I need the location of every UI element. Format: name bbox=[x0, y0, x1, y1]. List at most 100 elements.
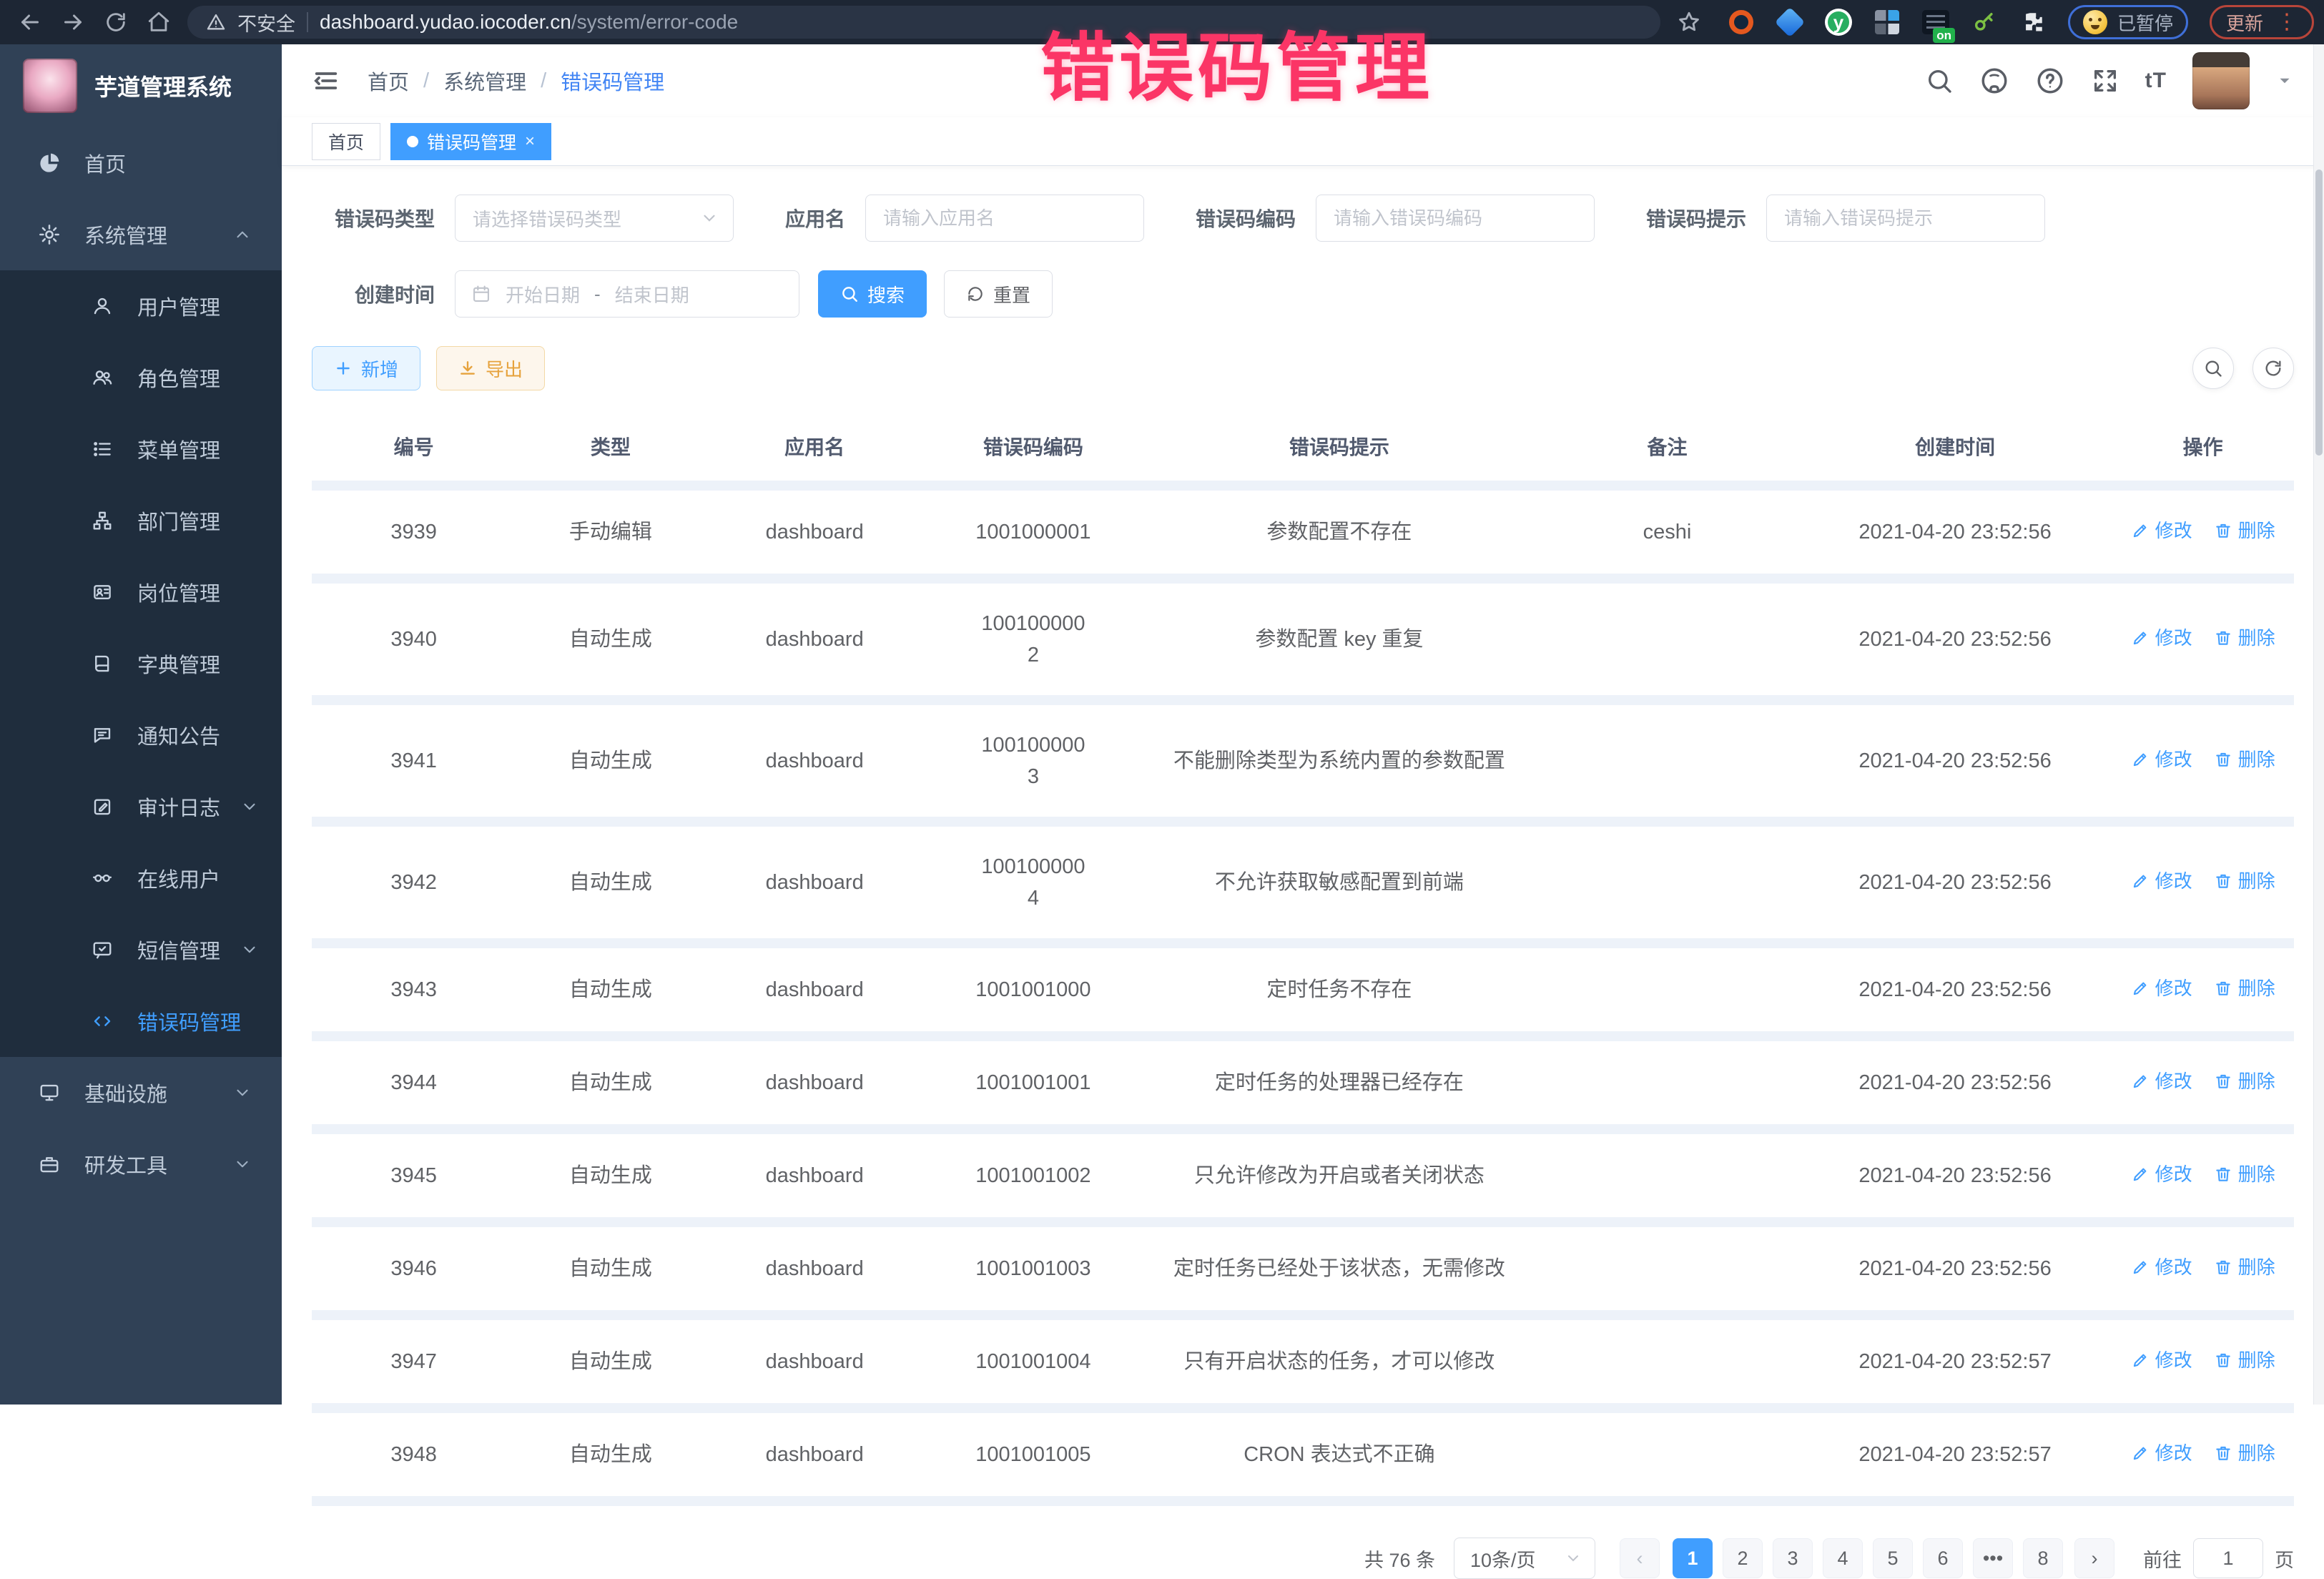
filter-hint-label: 错误码提示 bbox=[1646, 204, 1746, 232]
date-range-picker[interactable]: 开始日期 - 结束日期 bbox=[455, 270, 799, 318]
row-hint: 不能删除类型为系统内置的参数配置 bbox=[1143, 700, 1536, 822]
delete-link[interactable]: 删除 bbox=[2214, 1159, 2275, 1190]
sidebar-item-user[interactable]: 用户管理 bbox=[0, 270, 282, 342]
user-avatar[interactable] bbox=[2192, 52, 2250, 109]
edit-link[interactable]: 修改 bbox=[2131, 1251, 2192, 1283]
browser-forward-button[interactable] bbox=[59, 8, 87, 36]
sidebar-item-id-badge[interactable]: 岗位管理 bbox=[0, 556, 282, 628]
column-header: 创建时间 bbox=[1798, 415, 2112, 486]
edit-link[interactable]: 修改 bbox=[2131, 865, 2192, 897]
error-hint-input[interactable] bbox=[1766, 195, 2045, 242]
extensions-puzzle-icon[interactable] bbox=[2019, 9, 2047, 36]
next-page-button[interactable]: › bbox=[2074, 1538, 2114, 1578]
sidebar-item-gear[interactable]: 系统管理 bbox=[0, 199, 282, 270]
page-button-4[interactable]: 4 bbox=[1823, 1538, 1863, 1578]
font-size-icon[interactable]: tT bbox=[2145, 69, 2167, 93]
scrollbar-thumb[interactable] bbox=[2315, 169, 2323, 456]
delete-link[interactable]: 删除 bbox=[2214, 973, 2275, 1004]
page-size-select[interactable]: 10条/页 bbox=[1454, 1538, 1595, 1579]
security-warning-icon[interactable] bbox=[206, 12, 226, 32]
browser-menu-icon[interactable]: ⋮ bbox=[2276, 11, 2298, 33]
page-button-5[interactable]: 5 bbox=[1873, 1538, 1913, 1578]
export-button[interactable]: 导出 bbox=[436, 346, 545, 390]
page-button-8[interactable]: 8 bbox=[2023, 1538, 2063, 1578]
profile-paused-badge[interactable]: 已暂停 bbox=[2068, 5, 2188, 39]
sidebar-item-megaphone[interactable]: 通知公告 bbox=[0, 699, 282, 771]
breadcrumb-home[interactable]: 首页 bbox=[368, 66, 409, 96]
extension-key-icon[interactable] bbox=[1971, 9, 1998, 36]
delete-link[interactable]: 删除 bbox=[2214, 622, 2275, 654]
delete-link[interactable]: 删除 bbox=[2214, 744, 2275, 775]
breadcrumb-system[interactable]: 系统管理 bbox=[443, 66, 526, 96]
app-name-input[interactable] bbox=[865, 195, 1144, 242]
bookmark-star-icon[interactable] bbox=[1675, 8, 1703, 36]
row-actions: 修改删除 bbox=[2112, 579, 2294, 700]
hamburger-icon[interactable] bbox=[312, 67, 340, 95]
refresh-table-button[interactable] bbox=[2252, 348, 2294, 389]
edit-link[interactable]: 修改 bbox=[2131, 973, 2192, 1004]
edit-link[interactable]: 修改 bbox=[2131, 1159, 2192, 1190]
row-time: 2021-04-20 23:52:56 bbox=[1798, 486, 2112, 579]
browser-update-button[interactable]: 更新 ⋮ bbox=[2210, 5, 2314, 39]
edit-link[interactable]: 修改 bbox=[2131, 1066, 2192, 1097]
error-code-input[interactable] bbox=[1316, 195, 1595, 242]
sidebar-logo[interactable]: 芋道管理系统 bbox=[0, 44, 282, 127]
header-search-icon[interactable] bbox=[1925, 67, 1954, 95]
fullscreen-icon[interactable] bbox=[2091, 67, 2119, 95]
extension-gem-icon[interactable] bbox=[1776, 9, 1803, 36]
jump-page-input[interactable] bbox=[2193, 1538, 2263, 1578]
url-text[interactable]: dashboard.yudao.iocoder.cn/system/error-… bbox=[320, 11, 738, 34]
tag-close-icon[interactable]: × bbox=[525, 133, 535, 150]
browser-back-button[interactable] bbox=[16, 8, 44, 36]
sidebar-item-org-tree[interactable]: 部门管理 bbox=[0, 485, 282, 556]
browser-reload-button[interactable] bbox=[102, 8, 130, 36]
sidebar-item-online[interactable]: 在线用户 bbox=[0, 842, 282, 914]
sidebar-item-users[interactable]: 角色管理 bbox=[0, 342, 282, 413]
extension-grid-icon[interactable] bbox=[1874, 9, 1901, 36]
delete-link[interactable]: 删除 bbox=[2214, 1437, 2275, 1469]
extension-y-icon[interactable]: y bbox=[1825, 9, 1852, 36]
address-bar[interactable]: 不安全 dashboard.yudao.iocoder.cn/system/er… bbox=[187, 6, 1660, 39]
page-button-3[interactable]: 3 bbox=[1773, 1538, 1813, 1578]
search-button[interactable]: 搜索 bbox=[818, 270, 927, 318]
page-button-2[interactable]: 2 bbox=[1723, 1538, 1763, 1578]
row-remark bbox=[1536, 943, 1798, 1036]
delete-link[interactable]: 删除 bbox=[2214, 515, 2275, 546]
delete-link[interactable]: 删除 bbox=[2214, 1251, 2275, 1283]
error-type-select[interactable]: 请选择错误码类型 bbox=[455, 195, 734, 242]
toggle-search-button[interactable] bbox=[2192, 348, 2234, 389]
add-button[interactable]: 新增 bbox=[312, 346, 420, 390]
edit-link[interactable]: 修改 bbox=[2131, 622, 2192, 654]
delete-link[interactable]: 删除 bbox=[2214, 1066, 2275, 1097]
page-scrollbar[interactable] bbox=[2313, 44, 2324, 1405]
github-icon[interactable] bbox=[1979, 66, 2009, 96]
sidebar-item-menu-list[interactable]: 菜单管理 bbox=[0, 413, 282, 485]
prev-page-button[interactable]: ‹ bbox=[1620, 1538, 1660, 1578]
delete-link[interactable]: 删除 bbox=[2214, 865, 2275, 897]
sidebar-item-infra[interactable]: 基础设施 bbox=[0, 1057, 282, 1128]
delete-link[interactable]: 删除 bbox=[2214, 1344, 2275, 1376]
sidebar-item-book[interactable]: 字典管理 bbox=[0, 628, 282, 699]
sidebar-item-edit-square[interactable]: 审计日志 bbox=[0, 771, 282, 842]
page-ellipsis[interactable]: ••• bbox=[1973, 1538, 2013, 1578]
sidebar-item-message[interactable]: 短信管理 bbox=[0, 914, 282, 985]
help-icon[interactable] bbox=[2035, 66, 2065, 96]
sidebar-item-tools[interactable]: 研发工具 bbox=[0, 1128, 282, 1200]
page-button-6[interactable]: 6 bbox=[1923, 1538, 1963, 1578]
edit-link[interactable]: 修改 bbox=[2131, 515, 2192, 546]
edit-link[interactable]: 修改 bbox=[2131, 1344, 2192, 1376]
tag-home[interactable]: 首页 bbox=[312, 123, 380, 160]
reset-button[interactable]: 重置 bbox=[944, 270, 1053, 318]
extension-orange-icon[interactable] bbox=[1728, 9, 1755, 36]
avatar-caret-icon[interactable] bbox=[2275, 72, 2294, 90]
row-code: 1001001005 bbox=[924, 1408, 1143, 1501]
edit-link[interactable]: 修改 bbox=[2131, 1437, 2192, 1469]
page-button-1[interactable]: 1 bbox=[1673, 1538, 1713, 1578]
browser-home-button[interactable] bbox=[144, 8, 173, 36]
tag-error-code[interactable]: 错误码管理 × bbox=[390, 123, 551, 160]
sidebar-item-dashboard[interactable]: 首页 bbox=[0, 127, 282, 199]
row-time: 2021-04-20 23:52:56 bbox=[1798, 579, 2112, 700]
sidebar-item-code[interactable]: 错误码管理 bbox=[0, 985, 282, 1057]
extension-on-icon[interactable]: on bbox=[1922, 9, 1949, 36]
edit-link[interactable]: 修改 bbox=[2131, 744, 2192, 775]
